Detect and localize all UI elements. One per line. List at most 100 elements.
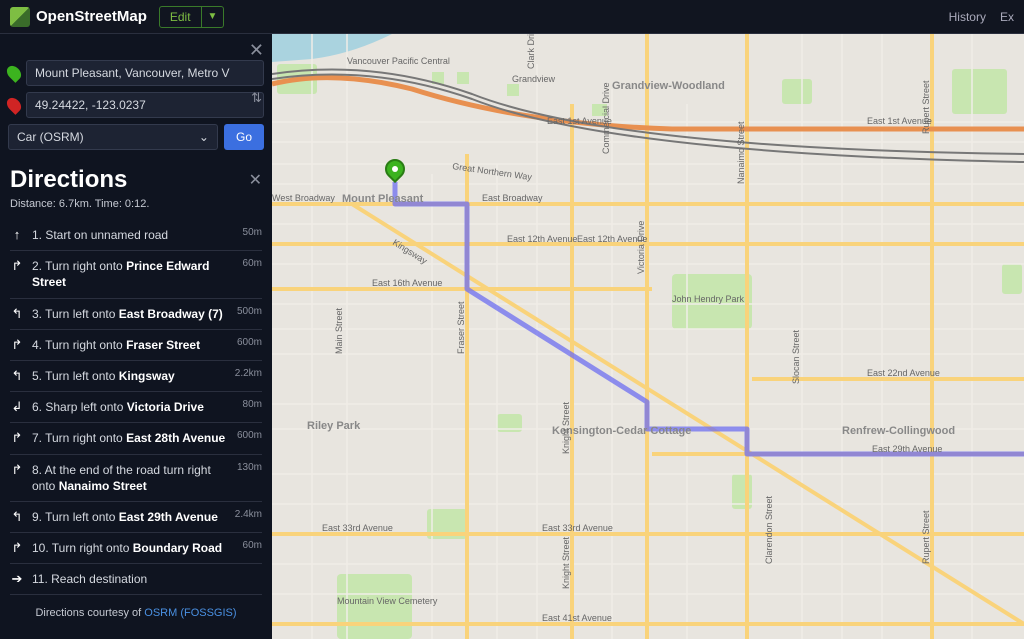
- direction-step[interactable]: ↰ 5. Turn left onto Kingsway 2.2km: [10, 361, 262, 392]
- chevron-down-icon: ⌄: [199, 130, 209, 144]
- map-canvas[interactable]: Mount Pleasant Grandview-Woodland Riley …: [272, 34, 1024, 639]
- step-text: 10. Turn right onto Boundary Road: [32, 540, 235, 556]
- direction-step[interactable]: ↱ 7. Turn right onto East 28th Avenue 600m: [10, 423, 262, 454]
- step-distance: 50m: [243, 227, 262, 238]
- direction-step[interactable]: ➔ 11. Reach destination: [10, 564, 262, 595]
- step-distance: 600m: [237, 337, 262, 348]
- svg-text:East Broadway: East Broadway: [482, 193, 543, 203]
- step-direction-icon: ↰: [10, 509, 24, 525]
- svg-text:Vancouver Pacific Central: Vancouver Pacific Central: [347, 56, 450, 66]
- direction-step[interactable]: ↱ 4. Turn right onto Fraser Street 600m: [10, 330, 262, 361]
- svg-text:Grandview-Woodland: Grandview-Woodland: [612, 80, 725, 92]
- app-header: OpenStreetMap Edit ▼ History Ex: [0, 0, 1024, 34]
- step-distance: 2.4km: [235, 509, 262, 520]
- svg-text:East 16th Avenue: East 16th Avenue: [372, 278, 442, 288]
- svg-text:Clarendon Street: Clarendon Street: [764, 495, 774, 564]
- svg-text:East 29th Avenue: East 29th Avenue: [872, 444, 942, 454]
- direction-step[interactable]: ↱10. Turn right onto Boundary Road60m: [10, 533, 262, 564]
- direction-step[interactable]: ↑ 1. Start on unnamed road 50m: [10, 220, 262, 251]
- svg-text:East 33rd Avenue: East 33rd Avenue: [322, 523, 393, 533]
- svg-text:Renfrew-Collingwood: Renfrew-Collingwood: [842, 425, 955, 437]
- svg-text:Rupert Street: Rupert Street: [921, 510, 931, 564]
- svg-text:Mountain View Cemetery: Mountain View Cemetery: [337, 596, 438, 606]
- svg-text:East 41st Avenue: East 41st Avenue: [542, 613, 612, 623]
- step-list: ↑ 1. Start on unnamed road 50m ↱ 2. Turn rig…: [10, 220, 262, 595]
- step-text: 7. Turn right onto East 28th Avenue: [32, 430, 229, 446]
- step-direction-icon: ↱: [10, 540, 24, 556]
- svg-text:Slocan Street: Slocan Street: [791, 329, 801, 384]
- step-distance: 600m: [237, 430, 262, 441]
- brand-text: OpenStreetMap: [36, 8, 147, 25]
- svg-text:Victoria Drive: Victoria Drive: [636, 221, 646, 274]
- svg-text:East 33rd Avenue: East 33rd Avenue: [542, 523, 613, 533]
- step-direction-icon: ➔: [10, 571, 24, 587]
- step-distance: 500m: [237, 306, 262, 317]
- directions-title: Directions: [10, 166, 262, 194]
- nav-export[interactable]: Ex: [1000, 10, 1014, 24]
- step-distance: 80m: [243, 399, 262, 410]
- go-button[interactable]: Go: [224, 124, 264, 150]
- svg-text:East 12th Avenue: East 12th Avenue: [507, 234, 577, 244]
- step-direction-icon: ↰: [10, 306, 24, 322]
- svg-text:John Hendry Park: John Hendry Park: [672, 294, 745, 304]
- direction-step[interactable]: ↰ 3. Turn left onto East Broadway (7) 500m: [10, 299, 262, 330]
- edit-button[interactable]: Edit: [159, 6, 202, 28]
- direction-step[interactable]: ↲ 6. Sharp left onto Victoria Drive 80m: [10, 392, 262, 423]
- step-direction-icon: ↱: [10, 462, 24, 478]
- edit-button-group: Edit ▼: [159, 6, 225, 28]
- step-text: 2. Turn right onto Prince Edward Street: [32, 258, 235, 290]
- to-input[interactable]: [26, 92, 264, 118]
- osm-logo-icon: [10, 7, 30, 27]
- step-text: 8. At the end of the road turn right ont…: [32, 462, 229, 494]
- from-input[interactable]: [26, 60, 264, 86]
- step-direction-icon: ↱: [10, 258, 24, 274]
- step-direction-icon: ↱: [10, 430, 24, 446]
- step-text: 9. Turn left onto East 29th Avenue: [32, 509, 227, 525]
- header-nav: History Ex: [949, 10, 1014, 24]
- step-text: 4. Turn right onto Fraser Street: [32, 337, 229, 353]
- step-direction-icon: ↑: [10, 227, 24, 242]
- svg-text:Mount Pleasant: Mount Pleasant: [342, 193, 424, 205]
- directions-credit: Directions courtesy of OSRM (FOSSGIS): [10, 595, 262, 631]
- direction-step[interactable]: ↱ 2. Turn right onto Prince Edward Street…: [10, 251, 262, 298]
- svg-text:Riley Park: Riley Park: [307, 420, 361, 432]
- svg-text:East 22nd Avenue: East 22nd Avenue: [867, 368, 940, 378]
- svg-text:Fraser Street: Fraser Street: [456, 301, 466, 354]
- step-direction-icon: ↰: [10, 368, 24, 384]
- directions-summary: Distance: 6.7km. Time: 0:12.: [10, 198, 262, 210]
- step-text: 5. Turn left onto Kingsway: [32, 368, 227, 384]
- mode-label: Car (OSRM): [17, 130, 84, 144]
- directions-section: ✕ Directions Distance: 6.7km. Time: 0:12…: [0, 158, 272, 639]
- step-text: 6. Sharp left onto Victoria Drive: [32, 399, 235, 415]
- osrm-link[interactable]: OSRM (FOSSGIS): [144, 607, 236, 619]
- close-directions-button[interactable]: ✕: [249, 170, 262, 190]
- swap-button[interactable]: ⇅: [251, 90, 262, 106]
- origin-marker-icon[interactable]: [385, 159, 405, 187]
- route-form: ⇅ Car (OSRM) ⌄ Go: [0, 34, 272, 158]
- step-distance: 60m: [243, 258, 262, 269]
- step-direction-icon: ↱: [10, 337, 24, 353]
- svg-text:Grandview: Grandview: [512, 74, 556, 84]
- direction-step[interactable]: ↰ 9. Turn left onto East 29th Avenue 2.4km: [10, 502, 262, 533]
- step-text: 11. Reach destination: [32, 571, 254, 587]
- svg-text:Knight Street: Knight Street: [561, 401, 571, 454]
- nav-history[interactable]: History: [949, 10, 986, 24]
- brand-block[interactable]: OpenStreetMap: [10, 7, 147, 27]
- from-marker-icon: [4, 63, 24, 83]
- step-text: 1. Start on unnamed road: [32, 227, 235, 243]
- step-direction-icon: ↲: [10, 399, 24, 415]
- step-distance: 130m: [237, 462, 262, 473]
- direction-step[interactable]: ↱ 8. At the end of the road turn right on…: [10, 455, 262, 502]
- step-text: 3. Turn left onto East Broadway (7): [32, 306, 229, 322]
- to-marker-icon: [4, 95, 24, 115]
- svg-text:Main Street: Main Street: [334, 307, 344, 354]
- edit-dropdown-button[interactable]: ▼: [202, 6, 225, 28]
- svg-text:Knight Street: Knight Street: [561, 536, 571, 589]
- svg-text:Rupert Street: Rupert Street: [921, 80, 931, 134]
- svg-text:Nanaimo Street: Nanaimo Street: [736, 121, 746, 184]
- directions-sidebar: ✕ ⇅ Car (OSRM) ⌄ Go ✕ Directions Distanc…: [0, 34, 272, 639]
- mode-select[interactable]: Car (OSRM) ⌄: [8, 124, 218, 150]
- svg-text:West Broadway: West Broadway: [272, 193, 335, 203]
- svg-text:Kensington-Cedar Cottage: Kensington-Cedar Cottage: [552, 425, 691, 437]
- step-distance: 2.2km: [235, 368, 262, 379]
